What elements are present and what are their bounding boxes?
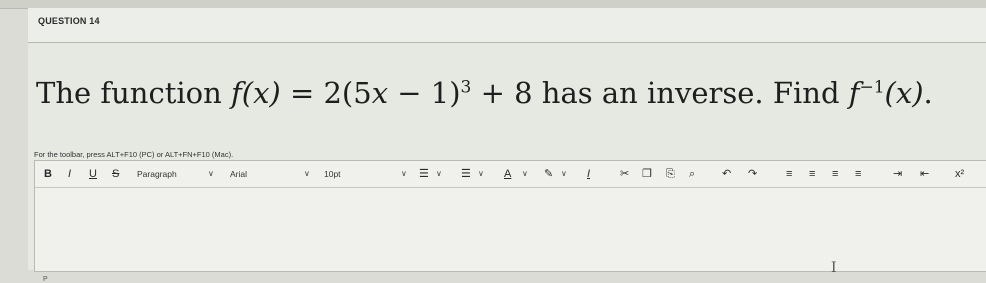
cut-icon[interactable]: ✂	[620, 167, 629, 181]
chevron-down-icon[interactable]: ∨	[561, 169, 567, 178]
ordered-list-icon[interactable]: ☰	[461, 167, 471, 181]
chevron-down-icon[interactable]: ∨	[401, 169, 407, 178]
math-exponent: 3	[460, 77, 472, 98]
math-inverse-exponent: −1	[859, 77, 885, 98]
editor-toolbar: B I U S Paragraph ∨ Arial ∨ 10pt ∨ ☰ ∨ ☰…	[35, 161, 986, 188]
align-justify-icon[interactable]: ≡	[855, 167, 861, 181]
chevron-down-icon[interactable]: ∨	[208, 169, 214, 178]
math-func: f(x)	[231, 76, 281, 110]
redo-icon[interactable]: ↷	[748, 167, 757, 181]
align-left-icon[interactable]: ≡	[786, 167, 792, 181]
font-select[interactable]: Arial	[230, 169, 247, 179]
indent-icon[interactable]: ⇥	[893, 167, 902, 181]
font-size-select[interactable]: 10pt	[324, 169, 341, 179]
math-plus: + 8 has an inverse. Find	[471, 76, 849, 110]
align-center-icon[interactable]: ≡	[809, 167, 815, 181]
chevron-down-icon[interactable]: ∨	[304, 169, 310, 178]
math-finv: f	[848, 76, 860, 110]
question-header	[28, 8, 986, 43]
highlight-icon[interactable]: ✎	[544, 167, 553, 181]
question-number: QUESTION 14	[38, 16, 100, 26]
paste-icon[interactable]: ⎘	[666, 167, 675, 181]
rich-text-editor: B I U S Paragraph ∨ Arial ∨ 10pt ∨ ☰ ∨ ☰…	[34, 160, 986, 283]
math-minus: − 1)	[388, 76, 461, 110]
paragraph-select[interactable]: Paragraph	[137, 169, 177, 179]
search-icon[interactable]: ⌕	[689, 167, 695, 181]
strikethrough-button[interactable]: S	[112, 167, 119, 181]
text-cursor-icon: I	[831, 260, 837, 276]
element-path-status: P	[43, 276, 48, 283]
align-right-icon[interactable]: ≡	[832, 167, 838, 181]
answer-text-area[interactable]: I P	[35, 188, 986, 283]
chevron-down-icon[interactable]: ∨	[522, 169, 528, 178]
text-before: The function	[36, 76, 232, 110]
math-finv-arg: (x)	[884, 76, 924, 110]
toolbar-hint: For the toolbar, press ALT+F10 (PC) or A…	[34, 150, 234, 159]
outdent-icon[interactable]: ⇤	[920, 167, 929, 181]
question-text: The function f(x) = 2(5x − 1)3 + 8 has a…	[36, 76, 933, 110]
underline-button[interactable]: U	[89, 167, 97, 181]
math-equals: = 2(5	[280, 76, 372, 110]
copy-icon[interactable]: ❐	[642, 167, 652, 181]
superscript-icon[interactable]: x²	[955, 167, 964, 181]
math-period: .	[923, 76, 933, 110]
math-x: x	[371, 76, 389, 110]
undo-icon[interactable]: ↶	[722, 167, 731, 181]
clear-format-icon[interactable]: I	[587, 167, 590, 181]
unordered-list-icon[interactable]: ☰	[419, 167, 429, 181]
italic-button[interactable]: I	[68, 167, 71, 181]
bold-button[interactable]: B	[44, 167, 52, 181]
chevron-down-icon[interactable]: ∨	[478, 169, 484, 178]
text-color-icon[interactable]: A	[504, 167, 511, 181]
chevron-down-icon[interactable]: ∨	[436, 169, 442, 178]
